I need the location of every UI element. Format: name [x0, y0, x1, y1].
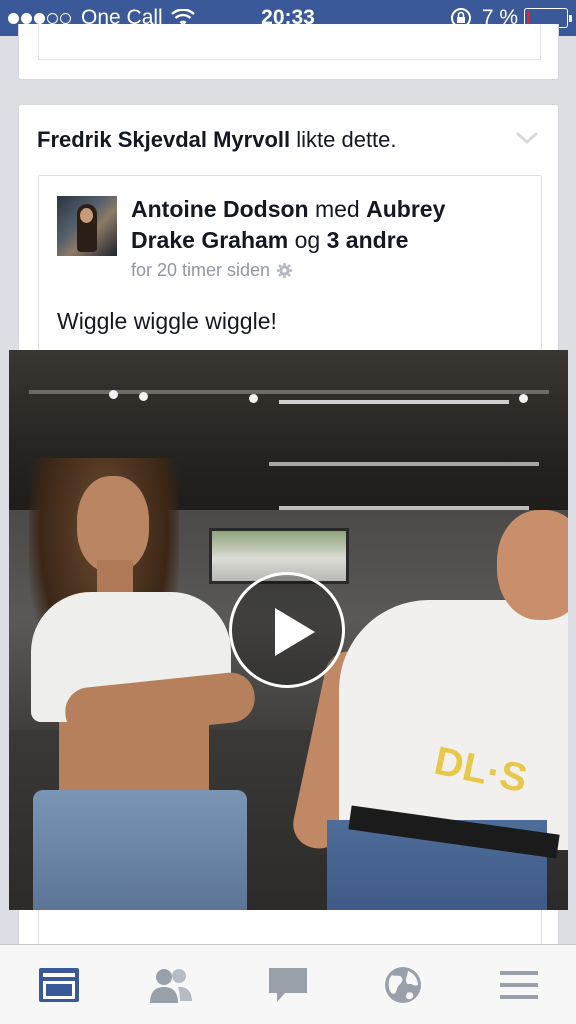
and-word: og: [294, 227, 321, 253]
tab-menu[interactable]: [496, 965, 542, 1005]
video-player[interactable]: DL·S: [9, 350, 568, 910]
play-button[interactable]: [229, 572, 345, 688]
others-link[interactable]: 3 andre: [327, 227, 409, 253]
news-feed-icon: [39, 968, 79, 1002]
menu-icon: [500, 971, 538, 999]
notifications-globe-icon: [385, 967, 421, 1003]
privacy-gear-icon: [276, 262, 293, 279]
previous-story-attachment: [38, 24, 541, 60]
story-header: Fredrik Skjevdal Myrvoll likte dette.: [37, 127, 397, 153]
post-author-link[interactable]: Antoine Dodson: [131, 196, 309, 222]
messages-icon: [269, 968, 307, 1002]
post-author-line: Antoine Dodson med Aubrey Drake Graham o…: [131, 194, 511, 256]
battery-level-fill: [527, 11, 531, 25]
tab-messages[interactable]: [265, 965, 311, 1005]
previous-story-card: [18, 24, 559, 80]
story-options-chevron-down-icon[interactable]: [516, 131, 538, 145]
friend-requests-icon: [150, 969, 192, 1003]
post-text: Wiggle wiggle wiggle!: [57, 308, 277, 334]
post-meta: for 20 timer siden: [131, 260, 293, 281]
tab-bar: [0, 944, 576, 1024]
tab-news-feed[interactable]: [36, 965, 82, 1005]
tab-friend-requests[interactable]: [148, 965, 194, 1005]
tab-notifications[interactable]: [380, 965, 426, 1005]
play-icon: [275, 608, 315, 656]
with-word: med: [314, 196, 360, 222]
author-avatar[interactable]: [57, 196, 117, 256]
story-action: likte dette.: [296, 127, 397, 152]
story-actor-link[interactable]: Fredrik Skjevdal Myrvoll: [37, 127, 290, 152]
post-timestamp[interactable]: for 20 timer siden: [131, 260, 270, 281]
